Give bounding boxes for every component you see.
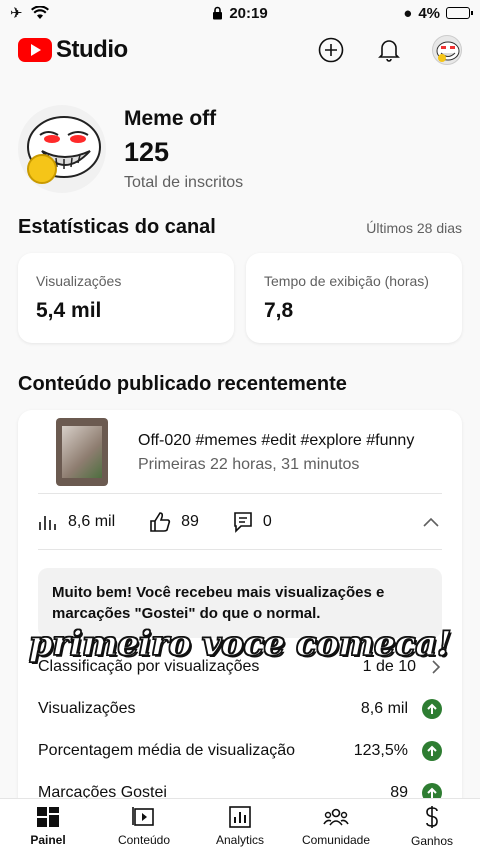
views-row: Visualizações 8,6 mil xyxy=(38,688,442,730)
nav-label: Conteúdo xyxy=(117,833,171,847)
video-metrics: 8,6 mil 89 0 xyxy=(38,494,442,550)
thumbs-up-icon xyxy=(150,511,171,532)
nav-item-comunidade[interactable]: Comunidade xyxy=(288,799,384,854)
notifications-button[interactable] xyxy=(374,35,404,65)
battery-percent: 4% xyxy=(418,4,440,22)
metric-views: 8,6 mil xyxy=(38,513,115,531)
video-title: Off-020 #memes #edit #explore #funny xyxy=(138,432,415,449)
analytics-icon xyxy=(229,806,251,828)
youtube-play-icon xyxy=(18,38,52,62)
logo-text: Studio xyxy=(56,36,128,63)
avg-view-row: Porcentagem média de visualização 123,5% xyxy=(38,730,442,772)
nav-label: Comunidade xyxy=(301,833,371,847)
likes-count: 89 xyxy=(181,512,199,530)
content-icon xyxy=(132,807,154,826)
nav-label: Analytics xyxy=(215,833,265,847)
channel-stats-header: Estatísticas do canal Últimos 28 dias xyxy=(0,216,480,239)
wifi-icon xyxy=(30,6,49,19)
row-label: Marcações Gostei xyxy=(38,784,167,798)
views-count: 8,6 mil xyxy=(68,512,116,530)
row-value: 89 xyxy=(390,784,408,798)
video-thumbnail[interactable] xyxy=(56,418,108,486)
video-item[interactable]: Off-020 #memes #edit #explore #funny Pri… xyxy=(38,410,442,494)
stat-card-views[interactable]: Visualizações 5,4 mil xyxy=(18,253,234,343)
row-value: 123,5% xyxy=(353,742,408,759)
nav-item-analytics[interactable]: Analytics xyxy=(192,799,288,854)
nav-item-painel[interactable]: Painel xyxy=(0,799,96,854)
stat-value: 7,8 xyxy=(264,299,294,322)
airplane-icon: ✈ xyxy=(10,5,23,22)
row-label: Visualizações xyxy=(38,700,136,717)
main-content[interactable]: Meme off 125 Total de inscritos Estatíst… xyxy=(0,74,480,798)
section-title: Estatísticas do canal xyxy=(18,216,216,238)
row-value: 8,6 mil xyxy=(360,700,408,717)
nav-item-conteudo[interactable]: Conteúdo xyxy=(96,799,192,854)
nav-label: Ganhos xyxy=(410,834,454,848)
stat-label: Tempo de exibição (horas) xyxy=(264,273,429,289)
bell-icon xyxy=(378,40,400,62)
channel-summary: Meme off 125 Total de inscritos xyxy=(0,74,480,204)
metric-likes: 89 xyxy=(149,511,199,533)
recent-video-card: Off-020 #memes #edit #explore #funny Pri… xyxy=(18,410,462,798)
channel-name: Meme off xyxy=(124,106,217,130)
chevron-up-icon[interactable] xyxy=(422,516,440,528)
troll-face-icon xyxy=(27,116,101,184)
add-icon xyxy=(318,37,344,63)
status-bar: ✈ 20:19 ● 4% xyxy=(0,0,480,26)
lock-icon xyxy=(213,6,223,20)
metric-comments: 0 xyxy=(233,511,272,533)
stat-value: 5,4 mil xyxy=(36,299,102,322)
bottom-nav: Painel Conteúdo Analytics Comunidade Gan… xyxy=(0,798,480,854)
troll-face-icon xyxy=(436,41,460,62)
battery-icon xyxy=(446,7,473,19)
arrow-up-icon xyxy=(422,699,442,719)
dashboard-icon xyxy=(37,807,59,827)
overlay-caption: primeiro voce comeca! xyxy=(28,623,452,665)
arrow-up-icon xyxy=(422,783,442,798)
recent-content-title: Conteúdo publicado recentemente xyxy=(18,373,347,395)
bar-chart-icon xyxy=(39,515,56,530)
stats-period: Últimos 28 dias xyxy=(366,220,462,236)
account-avatar[interactable] xyxy=(432,35,462,65)
person-icon: ● xyxy=(403,4,413,22)
likes-row: Marcações Gostei 89 xyxy=(38,772,442,798)
channel-avatar[interactable] xyxy=(18,105,106,193)
studio-logo[interactable]: Studio xyxy=(18,36,128,64)
subscriber-label: Total de inscritos xyxy=(124,173,244,191)
stat-label: Visualizações xyxy=(36,273,122,289)
subscriber-count: 125 xyxy=(124,136,170,167)
dollar-icon xyxy=(426,806,438,828)
row-label: Porcentagem média de visualização xyxy=(38,742,296,759)
nav-label: Painel xyxy=(30,833,66,847)
community-icon xyxy=(323,808,349,826)
comments-count: 0 xyxy=(262,512,272,530)
arrow-up-icon xyxy=(422,741,442,761)
app-header: Studio xyxy=(0,26,480,74)
stat-card-watch-time[interactable]: Tempo de exibição (horas) 7,8 xyxy=(246,253,462,343)
video-time-range: Primeiras 22 horas, 31 minutos xyxy=(138,456,360,473)
comment-icon xyxy=(234,511,252,533)
clock-time: 20:19 xyxy=(229,4,268,22)
nav-item-ganhos[interactable]: Ganhos xyxy=(384,799,480,854)
create-button[interactable] xyxy=(316,35,346,65)
stats-cards: Visualizações 5,4 mil Tempo de exibição … xyxy=(0,253,480,343)
